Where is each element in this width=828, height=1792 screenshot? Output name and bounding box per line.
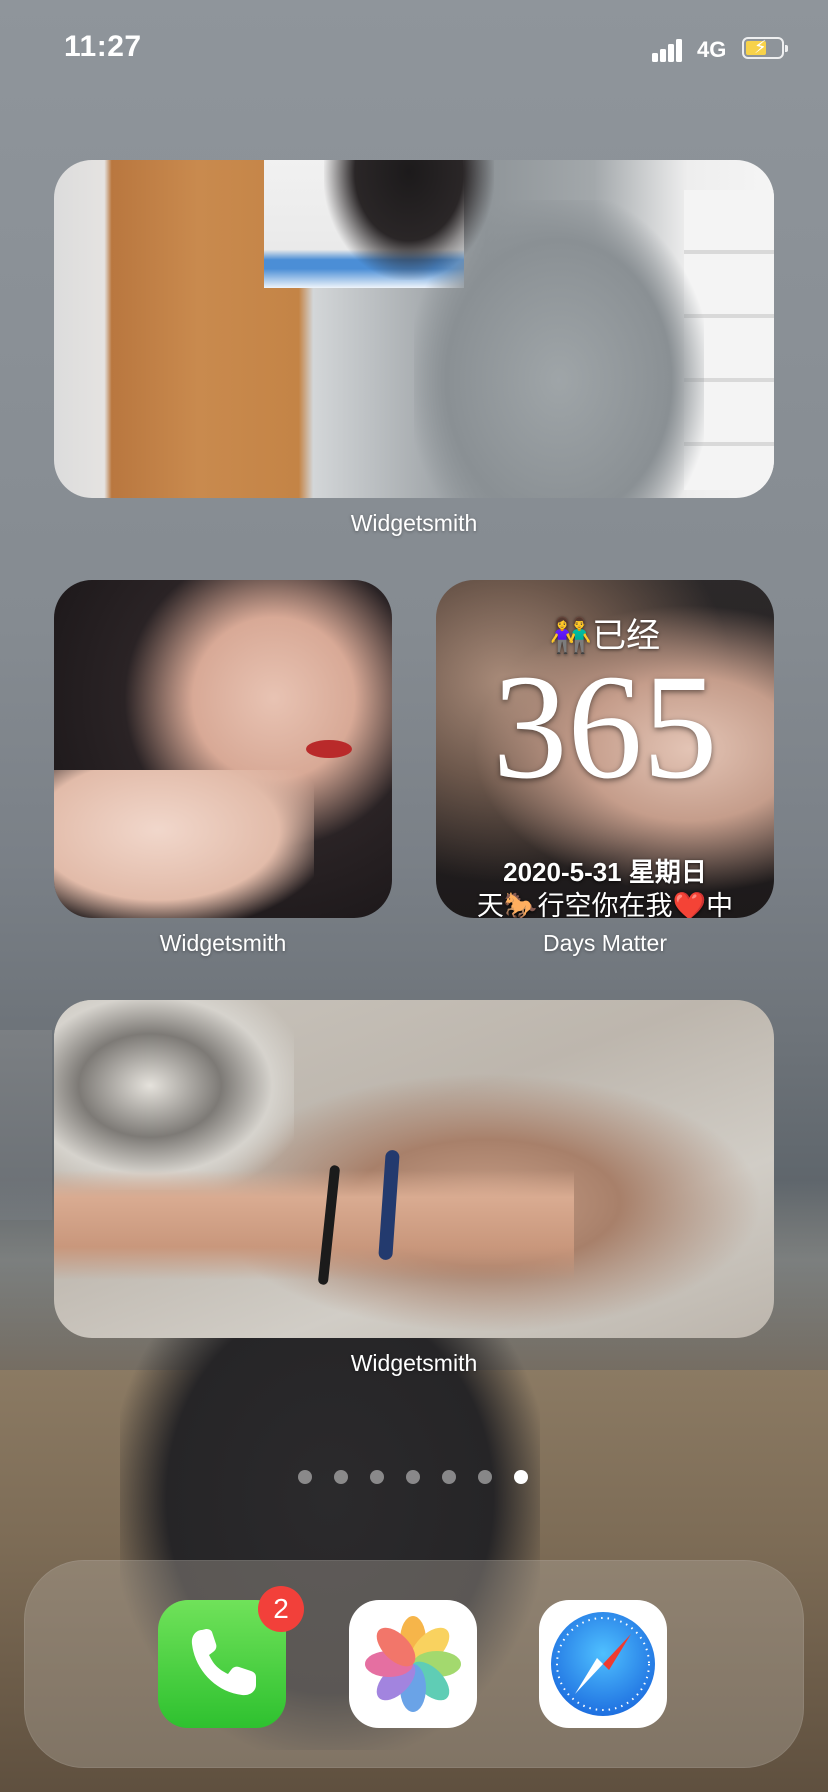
photos-app-icon[interactable] (349, 1600, 477, 1728)
widget-label: Widgetsmith (159, 930, 287, 956)
phone-app-icon[interactable]: 2 (158, 1586, 304, 1728)
page-dot[interactable] (478, 1470, 492, 1484)
page-dot[interactable] (442, 1470, 456, 1484)
widgetsmith-photo-widget-large-top[interactable] (54, 160, 774, 498)
photo-lips (306, 740, 352, 758)
widget-label: Widgetsmith (350, 1350, 478, 1376)
days-matter-caption: 天🐎行空你在我❤️中 (436, 884, 774, 918)
page-dot[interactable] (370, 1470, 384, 1484)
widgetsmith-photo-widget-large-bottom[interactable] (54, 1000, 774, 1338)
page-dot[interactable] (406, 1470, 420, 1484)
widget-label: Widgetsmith (350, 510, 478, 536)
caption-start: 天 (476, 891, 504, 918)
photo-hair (324, 160, 494, 280)
caption-middle: 行空你在我 (537, 891, 673, 918)
network-type: 4G (697, 37, 727, 62)
page-indicator[interactable] (296, 1470, 536, 1490)
page-dot[interactable] (298, 1470, 312, 1484)
days-matter-widget[interactable]: 👫已经 365 2020-5-31 星期日 天🐎行空你在我❤️中 (436, 580, 774, 918)
page-dot[interactable] (334, 1470, 348, 1484)
photo-scarf (54, 1000, 294, 1190)
home-screen: 11:27 4G ⚡ Widgetsmith Widgetsmith 👫已经 3… (0, 0, 828, 1792)
status-time: 11:27 (64, 30, 142, 63)
status-bar: 11:27 4G ⚡ (0, 0, 828, 100)
caption-end: 中 (706, 891, 734, 918)
battery-icon: ⚡ (742, 37, 788, 59)
page-dot-active[interactable] (514, 1470, 528, 1484)
safari-icon (551, 1612, 655, 1716)
photos-icon (365, 1616, 461, 1712)
safari-app-icon[interactable] (539, 1600, 667, 1728)
notification-badge: 2 (258, 1586, 304, 1632)
photo-arm (54, 1170, 574, 1280)
heart-emoji: ❤️ (672, 891, 707, 918)
photo-hand (54, 770, 314, 918)
horse-emoji: 🐎 (503, 891, 538, 918)
widget-label: Days Matter (543, 930, 667, 956)
cellular-signal-icon (652, 38, 688, 62)
charging-bolt-icon: ⚡ (754, 37, 767, 57)
days-count: 365 (492, 644, 718, 810)
widgetsmith-photo-widget-small[interactable] (54, 580, 392, 918)
